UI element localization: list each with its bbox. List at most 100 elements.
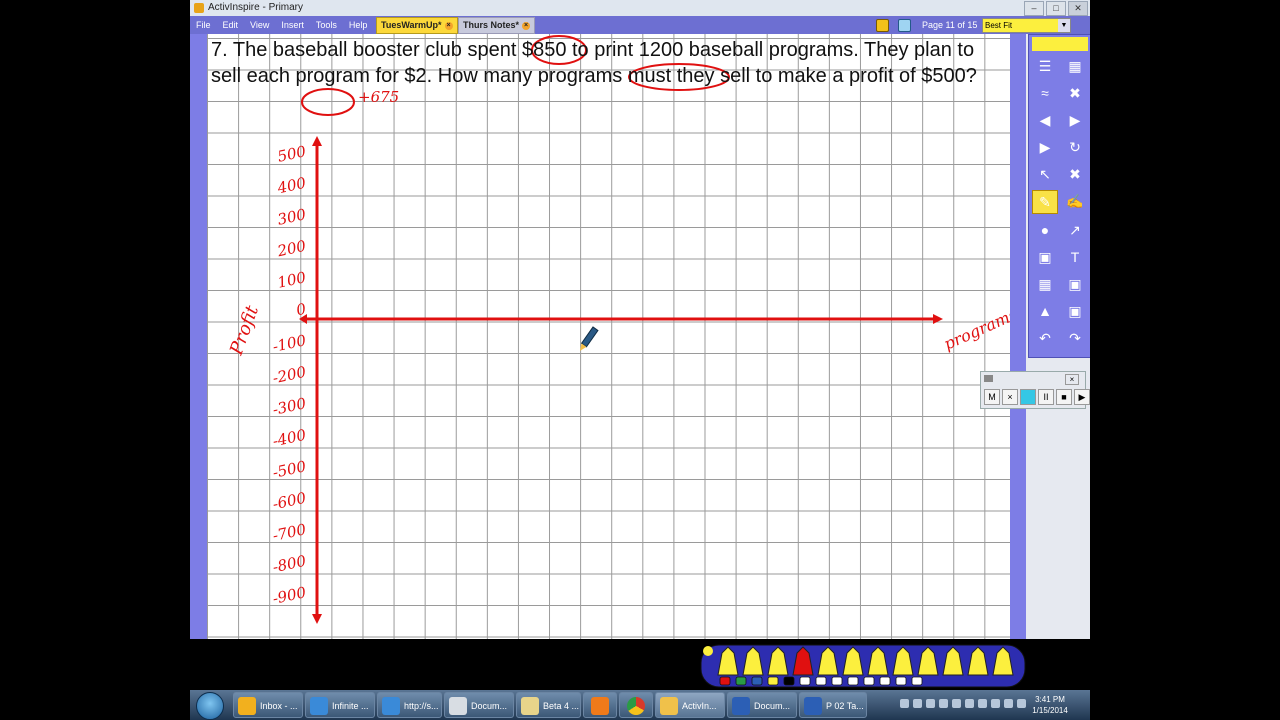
recorder-buttons: M × II ■ ▶ xyxy=(984,389,1090,405)
y-tick-label: 300 xyxy=(276,205,308,229)
page-indicator: Page 11 of 15 xyxy=(922,20,978,30)
resource-library-icon[interactable]: ▦ xyxy=(1033,273,1057,295)
redo-icon[interactable]: ↷ xyxy=(1063,327,1087,349)
close-tab-icon[interactable]: × xyxy=(444,21,453,30)
play-button[interactable]: ▶ xyxy=(1074,389,1090,405)
taskbar-ie-2[interactable]: http://s... xyxy=(377,692,442,718)
recorder-header: × xyxy=(981,372,1085,386)
play-icon[interactable]: ▶ xyxy=(1033,136,1057,158)
pen-tool-icon[interactable]: ✎ xyxy=(1032,190,1058,214)
close-tab-icon[interactable]: × xyxy=(522,21,531,30)
dashboard-icon[interactable] xyxy=(876,19,889,32)
side-note-675: +675 xyxy=(358,88,399,106)
taskbar-clock[interactable]: 3:41 PM 1/15/2014 xyxy=(1022,694,1078,716)
marquee-tool-icon[interactable]: ✖ xyxy=(1063,163,1087,185)
dual-user-tool-icon[interactable]: ≈ xyxy=(1033,82,1057,104)
text-tool-icon[interactable]: T xyxy=(1063,246,1087,268)
maximize-button[interactable]: □ xyxy=(1046,1,1066,16)
stop-button[interactable]: ■ xyxy=(1056,389,1072,405)
ink-annotations: 500 400 300 200 100 0 -100 -200 -300 -400 -500 -600… xyxy=(226,35,1010,624)
select-tool-icon[interactable]: ↖ xyxy=(1033,163,1057,185)
y-tick-label: 400 xyxy=(275,174,308,198)
color-swatch[interactable] xyxy=(783,676,795,686)
close-button[interactable]: ✕ xyxy=(1068,1,1088,16)
circle-500-mark xyxy=(301,88,355,116)
tools-tool-icon[interactable]: ✖ xyxy=(1063,82,1087,104)
color-swatch[interactable] xyxy=(751,676,763,686)
window-title: ActivInspire - Primary xyxy=(208,2,304,13)
y-tick-label: -900 xyxy=(271,583,308,608)
toolbox-header[interactable] xyxy=(1032,37,1088,51)
record-button[interactable] xyxy=(1020,389,1036,405)
previous-page-icon[interactable]: ◀ xyxy=(1033,109,1057,131)
color-swatch[interactable] xyxy=(831,676,843,686)
taskbar-documents[interactable]: Docum... xyxy=(444,692,514,718)
eraser-tool-icon[interactable]: ● xyxy=(1033,219,1057,241)
color-swatch[interactable] xyxy=(895,676,907,686)
activinspire-app-icon xyxy=(194,3,204,13)
taskbar-media-player[interactable] xyxy=(583,692,617,718)
toolbox-tools: ☰ ▦ ≈ ✖ ◀ ▶ ▶ ↻ ↖ ✖ ✎ ✍ ● ↗ ▣ T ▦ ▣ ▲ ▣ … xyxy=(1031,55,1089,349)
color-swatch[interactable] xyxy=(719,676,731,686)
revealer-tool-icon[interactable]: ▣ xyxy=(1063,300,1087,322)
color-swatch[interactable] xyxy=(911,676,923,686)
connector-tool-icon[interactable]: ↗ xyxy=(1063,219,1087,241)
reset-page-icon[interactable]: ↻ xyxy=(1063,136,1087,158)
zoom-select[interactable]: Best Fit ▼ xyxy=(982,18,1071,33)
taskbar-beta4[interactable]: Beta 4 ... xyxy=(516,692,581,718)
tab-tueswarmup[interactable]: TuesWarmUp* × xyxy=(376,17,458,34)
next-page-icon[interactable]: ▶ xyxy=(1063,109,1087,131)
taskbar-outlook[interactable]: Inbox - ... xyxy=(233,692,303,718)
document-icon xyxy=(449,697,467,715)
flipchart-page[interactable]: 500 400 300 200 100 0 -100 -200 -300 -400 -500 -600… xyxy=(207,34,1010,639)
main-menu-tool-icon[interactable]: ☰ xyxy=(1033,55,1057,77)
y-tick-label: -700 xyxy=(271,520,308,545)
tab-label: TuesWarmUp* xyxy=(381,20,442,30)
taskbar-chrome[interactable] xyxy=(619,692,653,718)
color-swatch[interactable] xyxy=(799,676,811,686)
start-button[interactable] xyxy=(196,692,224,720)
menu-file[interactable]: File xyxy=(196,16,211,34)
menu-tools[interactable]: Tools xyxy=(316,16,337,34)
clear-tool-icon[interactable]: ▲ xyxy=(1033,300,1057,322)
recorder-cancel-button[interactable]: × xyxy=(1002,389,1018,405)
tray-icon[interactable] xyxy=(1004,699,1013,708)
taskbar-activinspire[interactable]: ActivIn... xyxy=(655,692,725,718)
color-swatch[interactable] xyxy=(879,676,891,686)
tray-icon[interactable] xyxy=(965,699,974,708)
taskbar-ie-1[interactable]: Infinite ... xyxy=(305,692,375,718)
color-swatch[interactable] xyxy=(735,676,747,686)
internet-explorer-icon xyxy=(382,697,400,715)
menu-help[interactable]: Help xyxy=(349,16,368,34)
color-swatch[interactable] xyxy=(815,676,827,686)
tray-icon[interactable] xyxy=(939,699,948,708)
undo-icon[interactable]: ↶ xyxy=(1033,327,1057,349)
taskbar-word-2[interactable]: P 02 Ta... xyxy=(799,692,867,718)
tray-icon[interactable] xyxy=(913,699,922,708)
tray-icon[interactable] xyxy=(978,699,987,708)
menu-insert[interactable]: Insert xyxy=(281,16,304,34)
close-recorder-icon[interactable]: × xyxy=(1065,374,1079,385)
camera-tool-icon[interactable]: ▣ xyxy=(1063,273,1087,295)
tray-icon[interactable] xyxy=(991,699,1000,708)
tab-thurs-notes[interactable]: Thurs Notes* × xyxy=(458,17,536,34)
recorder-mode-button[interactable]: M xyxy=(984,389,1000,405)
menu-view[interactable]: View xyxy=(250,16,269,34)
word-icon xyxy=(804,697,822,715)
highlighter-tool-icon[interactable]: ✍ xyxy=(1063,190,1087,212)
clock-time: 3:41 PM xyxy=(1035,695,1065,704)
menu-edit[interactable]: Edit xyxy=(223,16,239,34)
pause-button[interactable]: II xyxy=(1038,389,1054,405)
taskbar-word-1[interactable]: Docum... xyxy=(727,692,797,718)
minimize-button[interactable]: – xyxy=(1024,1,1044,16)
color-swatch[interactable] xyxy=(767,676,779,686)
color-swatch[interactable] xyxy=(863,676,875,686)
color-swatch[interactable] xyxy=(847,676,859,686)
fill-tool-icon[interactable]: ▣ xyxy=(1033,246,1057,268)
tray-icon[interactable] xyxy=(952,699,961,708)
y-axis-tick-labels: 500 400 300 200 100 0 -100 -200 -300 -400 -500 -600… xyxy=(271,142,308,608)
browser-tool-icon[interactable]: ▦ xyxy=(1063,55,1087,77)
page-browser-icon[interactable] xyxy=(898,19,911,32)
tray-icon[interactable] xyxy=(926,699,935,708)
tray-icon[interactable] xyxy=(900,699,909,708)
